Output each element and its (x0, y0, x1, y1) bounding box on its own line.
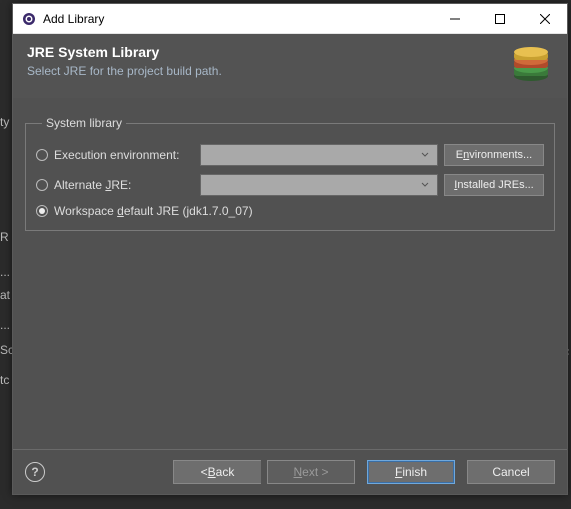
system-library-group: System library Execution environment: En… (25, 116, 555, 231)
back-button[interactable]: < Back (173, 460, 261, 484)
radio-label-execution-environment: Execution environment: (54, 148, 179, 162)
footer: ? < Back Next > Finish Cancel (13, 449, 567, 494)
next-button[interactable]: Next > (267, 460, 355, 484)
row-workspace-default: Workspace default JRE (jdk1.7.0_07) (36, 204, 544, 218)
radio-label-alternate-jre: Alternate JRE: (54, 178, 131, 192)
combo-execution-environment[interactable] (200, 144, 438, 166)
radio-workspace-default[interactable]: Workspace default JRE (jdk1.7.0_07) (36, 204, 253, 218)
radio-alternate-jre[interactable]: Alternate JRE: (36, 178, 194, 192)
radio-label-workspace-default: Workspace default JRE (jdk1.7.0_07) (54, 204, 253, 218)
row-execution-environment: Execution environment: Environments... (36, 144, 544, 166)
banner-subtitle: Select JRE for the project build path. (27, 64, 499, 78)
app-icon (21, 11, 37, 27)
chevron-down-icon (417, 177, 433, 193)
environments-button[interactable]: Environments... (444, 144, 544, 166)
close-button[interactable] (522, 4, 567, 33)
cancel-button[interactable]: Cancel (467, 460, 555, 484)
banner: JRE System Library Select JRE for the pr… (13, 34, 567, 98)
radio-dot-icon (36, 179, 48, 191)
help-icon[interactable]: ? (25, 462, 45, 482)
titlebar: Add Library (13, 4, 567, 34)
radio-dot-icon (36, 205, 48, 217)
row-alternate-jre: Alternate JRE: Installed JREs... (36, 174, 544, 196)
dialog-body: System library Execution environment: En… (13, 98, 567, 449)
installed-jres-button[interactable]: Installed JREs... (444, 174, 544, 196)
window-title: Add Library (43, 12, 432, 26)
maximize-button[interactable] (477, 4, 522, 33)
radio-dot-icon (36, 149, 48, 161)
finish-button[interactable]: Finish (367, 460, 455, 484)
banner-title: JRE System Library (27, 44, 499, 60)
group-legend: System library (42, 116, 126, 130)
chevron-down-icon (417, 147, 433, 163)
add-library-dialog: Add Library JRE System Library Select JR… (12, 3, 568, 495)
library-icon (509, 44, 553, 84)
radio-execution-environment[interactable]: Execution environment: (36, 148, 194, 162)
combo-alternate-jre[interactable] (200, 174, 438, 196)
minimize-button[interactable] (432, 4, 477, 33)
